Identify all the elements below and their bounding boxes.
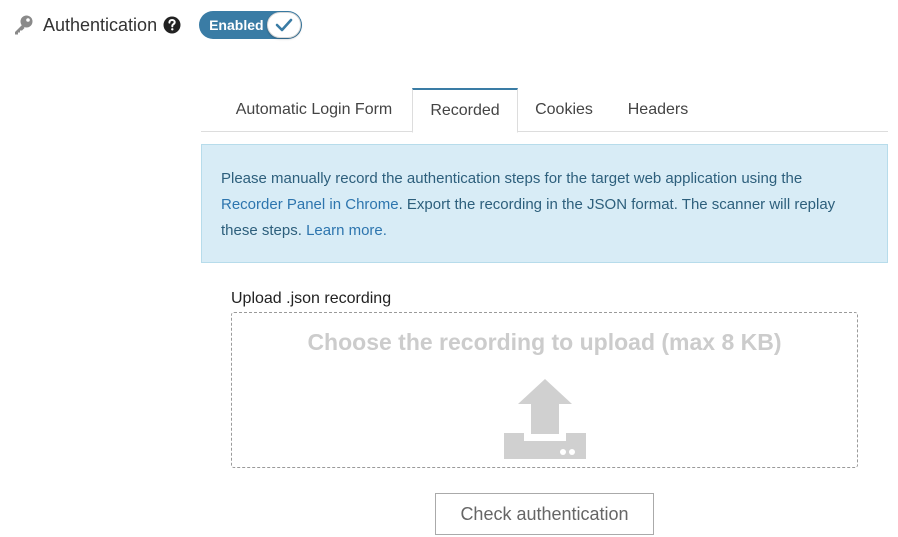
key-icon (12, 14, 34, 36)
tab-recorded[interactable]: Recorded (412, 88, 518, 133)
tab-cookies[interactable]: Cookies (523, 88, 605, 132)
dropzone-text: Choose the recording to upload (max 8 KB… (307, 329, 782, 355)
recording-dropzone[interactable]: Choose the recording to upload (max 8 KB… (231, 312, 858, 468)
tab-headers[interactable]: Headers (615, 88, 701, 132)
alert-text: Please manually record the authenticatio… (221, 170, 803, 187)
upload-label: Upload .json recording (231, 290, 392, 307)
auth-method-tabs: Automatic Login Form Recorded Cookies He… (201, 88, 888, 133)
check-authentication-button[interactable]: Check authentication (435, 493, 654, 535)
check-icon (275, 18, 293, 32)
tab-automatic-login-form[interactable]: Automatic Login Form (215, 88, 413, 132)
upload-icon (504, 379, 586, 459)
authentication-title: Authentication (43, 14, 158, 35)
learn-more-link[interactable]: Learn more. (306, 222, 387, 239)
recorder-panel-link[interactable]: Recorder Panel in Chrome (221, 196, 399, 213)
page: Authentication Enabled Automatic Login F… (0, 0, 898, 537)
question-circle-icon[interactable] (163, 16, 181, 34)
toggle-knob (267, 12, 302, 38)
authentication-header: Authentication Enabled (12, 10, 303, 40)
toggle-label: Enabled (209, 17, 264, 33)
authentication-toggle[interactable]: Enabled (199, 11, 303, 39)
info-alert: Please manually record the authenticatio… (201, 144, 888, 263)
